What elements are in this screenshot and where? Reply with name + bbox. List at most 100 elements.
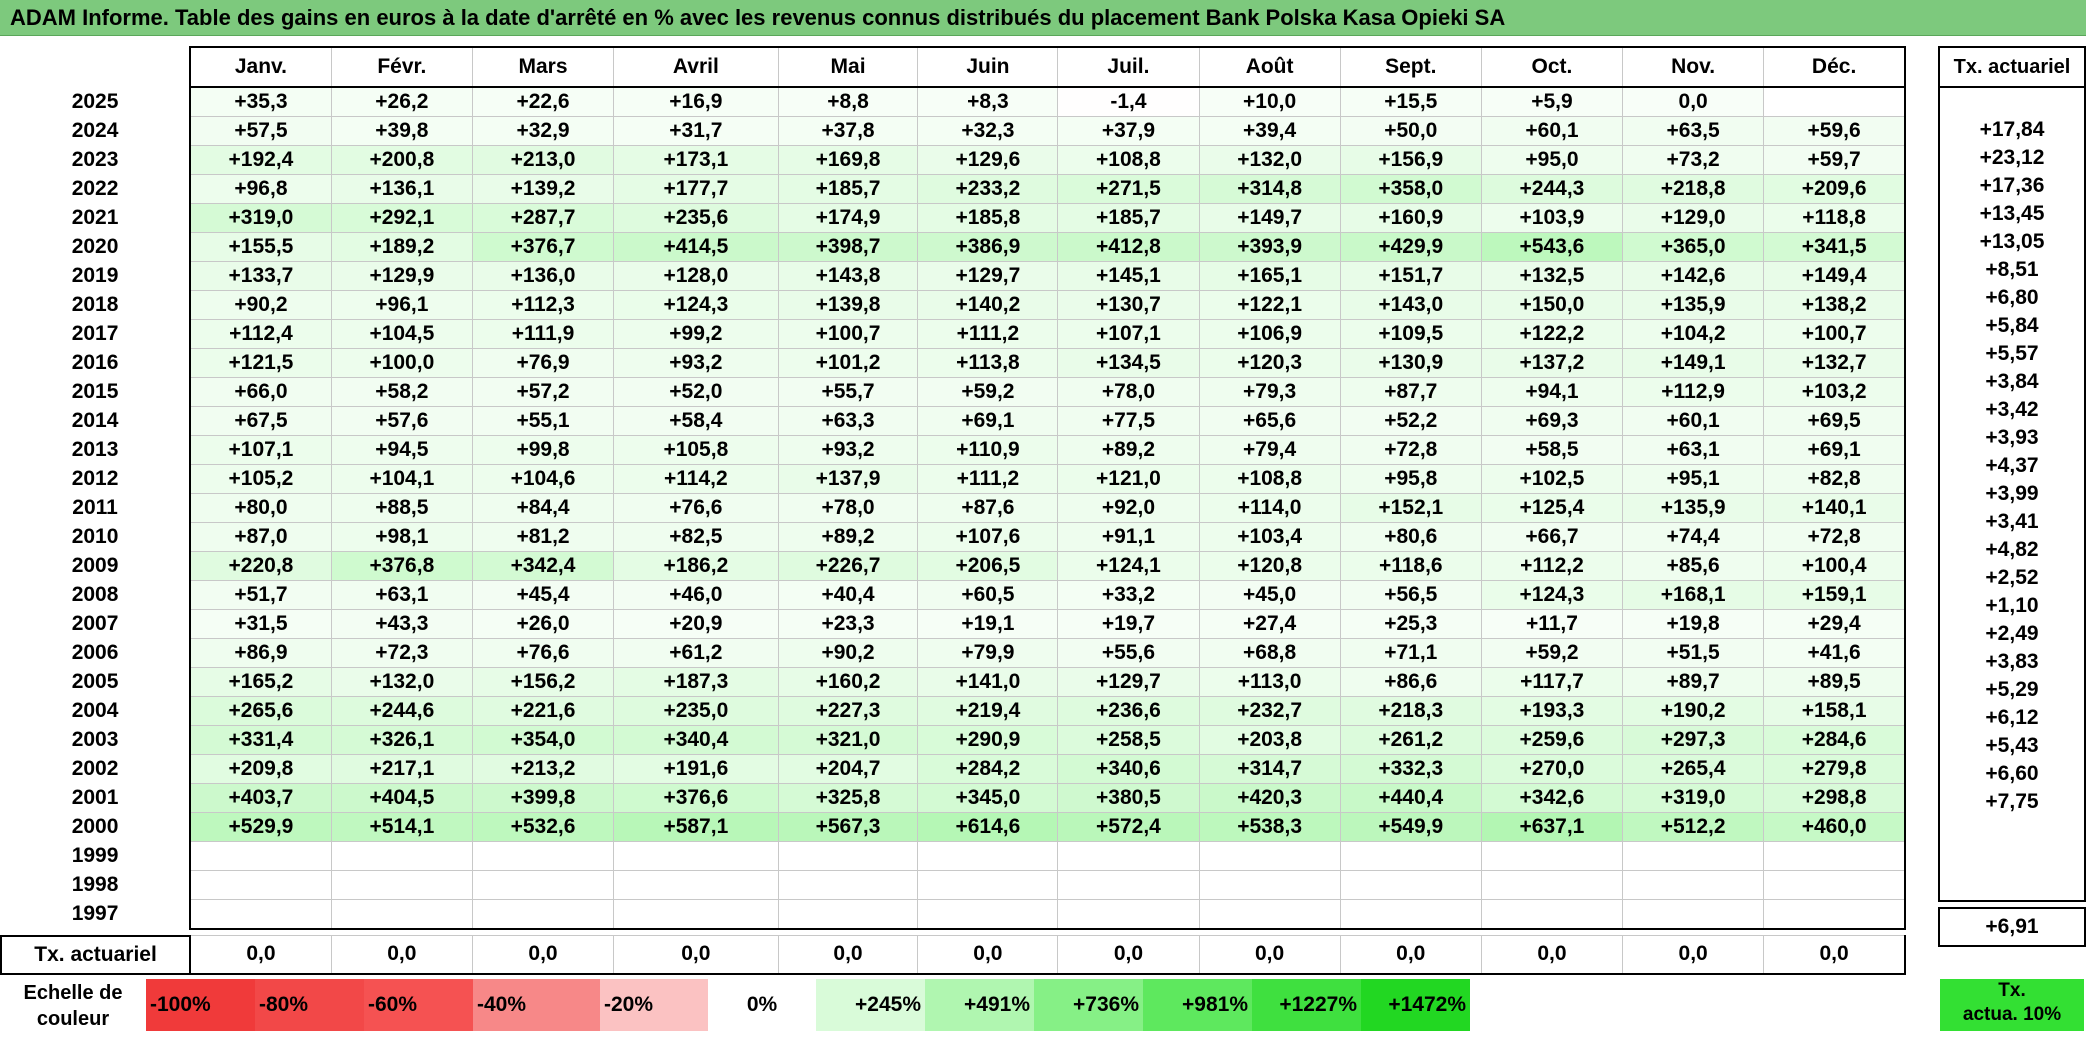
gain-cell: +32,3 — [917, 116, 1059, 146]
gain-cell: +190,2 — [1622, 696, 1765, 726]
table-row: 2010 +87,0 +98,1 +81,2 +82,5 +89,2 +107,6 +91,1… — [1, 522, 1907, 552]
gain-cell: +35,3 — [189, 86, 332, 117]
month-header: Juil. — [1057, 46, 1200, 88]
color-scale-swatch: +491% — [925, 979, 1034, 1031]
table-row: 2009 +220,8 +376,8 +342,4 +186,2 +226,7 +206,5… — [1, 551, 1907, 581]
rate-cell: +5,29 — [1938, 676, 2086, 704]
gain-cell — [1763, 899, 1907, 930]
rate-cell: +2,49 — [1938, 620, 2086, 648]
rate-cell — [1938, 872, 2086, 902]
gain-cell: +186,2 — [613, 551, 779, 581]
gain-cell: +137,2 — [1480, 348, 1624, 378]
gain-cell: +587,1 — [613, 812, 779, 842]
gain-cell: +51,7 — [189, 580, 332, 610]
gain-cell: +137,9 — [777, 464, 919, 494]
gain-cell: +57,5 — [189, 116, 332, 146]
gain-cell: +173,1 — [613, 145, 779, 175]
gain-cell — [330, 841, 473, 871]
gain-cell: +76,9 — [471, 348, 615, 378]
gain-cell: +213,0 — [471, 145, 615, 175]
gain-cell: +358,0 — [1339, 174, 1482, 204]
color-scale-swatch: +1472% — [1361, 979, 1470, 1031]
table-row: 2002 +209,8 +217,1 +213,2 +191,6 +204,7 +284,2… — [1, 754, 1907, 784]
gain-cell: +261,2 — [1339, 725, 1482, 755]
gain-cell: +72,8 — [1339, 435, 1482, 465]
gain-cell: +120,3 — [1198, 348, 1341, 378]
year-label: 1997 — [1, 899, 192, 929]
gain-cell: +538,3 — [1198, 812, 1341, 842]
gain-cell: +103,9 — [1480, 203, 1624, 233]
gain-cell: +124,3 — [613, 290, 779, 320]
gain-cell — [330, 870, 473, 900]
gain-cell — [613, 899, 779, 930]
gain-cell — [189, 870, 332, 900]
gain-cell: +122,1 — [1198, 290, 1341, 320]
gain-cell: +138,2 — [1763, 290, 1907, 320]
gain-cell — [471, 899, 615, 930]
gain-cell: +20,9 — [613, 609, 779, 639]
table-row: 2000 +529,9 +514,1 +532,6 +587,1 +567,3 +614,6… — [1, 812, 1907, 842]
year-label: 2012 — [1, 464, 192, 494]
gain-cell: +69,5 — [1763, 406, 1907, 436]
gain-cell: +160,9 — [1339, 203, 1482, 233]
gain-cell: +386,9 — [917, 232, 1059, 262]
gain-cell: +129,7 — [1057, 667, 1200, 697]
gain-cell: +107,1 — [1057, 319, 1200, 349]
gain-cell — [471, 841, 615, 871]
totals-label: Tx. actuariel — [0, 934, 192, 975]
gain-cell: +213,2 — [471, 754, 615, 784]
table-row: 1999 — [1, 841, 1907, 871]
gain-cell: +31,5 — [189, 609, 332, 639]
gain-cell: +220,8 — [189, 551, 332, 581]
gain-cell: +85,6 — [1622, 551, 1765, 581]
gain-cell: +314,7 — [1198, 754, 1341, 784]
gain-cell: +109,5 — [1339, 319, 1482, 349]
table-row: 2005 +165,2 +132,0 +156,2 +187,3 +160,2 +141,0… — [1, 667, 1907, 697]
table-row: 2022 +96,8 +136,1 +139,2 +177,7 +185,7 +233,2 +… — [1, 174, 1907, 204]
month-header: Avril — [613, 46, 779, 88]
gain-cell: +58,4 — [613, 406, 779, 436]
gain-cell: +95,1 — [1622, 464, 1765, 494]
gain-cell: +149,7 — [1198, 203, 1341, 233]
gain-cell: +106,9 — [1198, 319, 1341, 349]
gain-cell: +321,0 — [777, 725, 919, 755]
gain-cell: +87,7 — [1339, 377, 1482, 407]
total-cell: 0,0 — [917, 935, 1059, 975]
gain-cell: +104,2 — [1622, 319, 1765, 349]
gain-cell: +60,1 — [1622, 406, 1765, 436]
gain-cell — [1763, 86, 1907, 117]
rate-cell: +4,82 — [1938, 536, 2086, 564]
gain-cell: +189,2 — [330, 232, 473, 262]
gain-cell: +221,6 — [471, 696, 615, 726]
gain-cell: +66,7 — [1480, 522, 1624, 552]
gain-cell: +376,8 — [330, 551, 473, 581]
gain-cell: +143,8 — [777, 261, 919, 291]
color-scale-swatch: +736% — [1034, 979, 1143, 1031]
table-row: 2016 +121,5 +100,0 +76,9 +93,2 +101,2 +113,8 +1… — [1, 348, 1907, 378]
rate-cell: +5,84 — [1938, 312, 2086, 340]
gain-cell: +271,5 — [1057, 174, 1200, 204]
gain-cell: +63,1 — [330, 580, 473, 610]
gain-cell: +15,5 — [1339, 86, 1482, 117]
gain-cell — [777, 870, 919, 900]
gain-cell: +145,1 — [1057, 261, 1200, 291]
gain-cell — [330, 899, 473, 930]
gain-cell: +244,3 — [1480, 174, 1624, 204]
rate-cell: +7,75 — [1938, 788, 2086, 816]
year-label: 2008 — [1, 580, 192, 610]
gain-cell: +60,1 — [1480, 116, 1624, 146]
gain-cell: +514,1 — [330, 812, 473, 842]
gain-cell: +342,4 — [471, 551, 615, 581]
gain-cell: +326,1 — [330, 725, 473, 755]
gain-cell: +429,9 — [1339, 232, 1482, 262]
year-label: 2013 — [1, 435, 192, 465]
gain-cell: +101,2 — [777, 348, 919, 378]
gain-cell: +265,6 — [189, 696, 332, 726]
gain-cell: +259,6 — [1480, 725, 1624, 755]
gain-cell: +99,8 — [471, 435, 615, 465]
gain-cell: +200,8 — [330, 145, 473, 175]
gain-cell: +319,0 — [189, 203, 332, 233]
gain-cell: +26,2 — [330, 86, 473, 117]
gain-cell: +16,9 — [613, 86, 779, 117]
gain-cell: +31,7 — [613, 116, 779, 146]
